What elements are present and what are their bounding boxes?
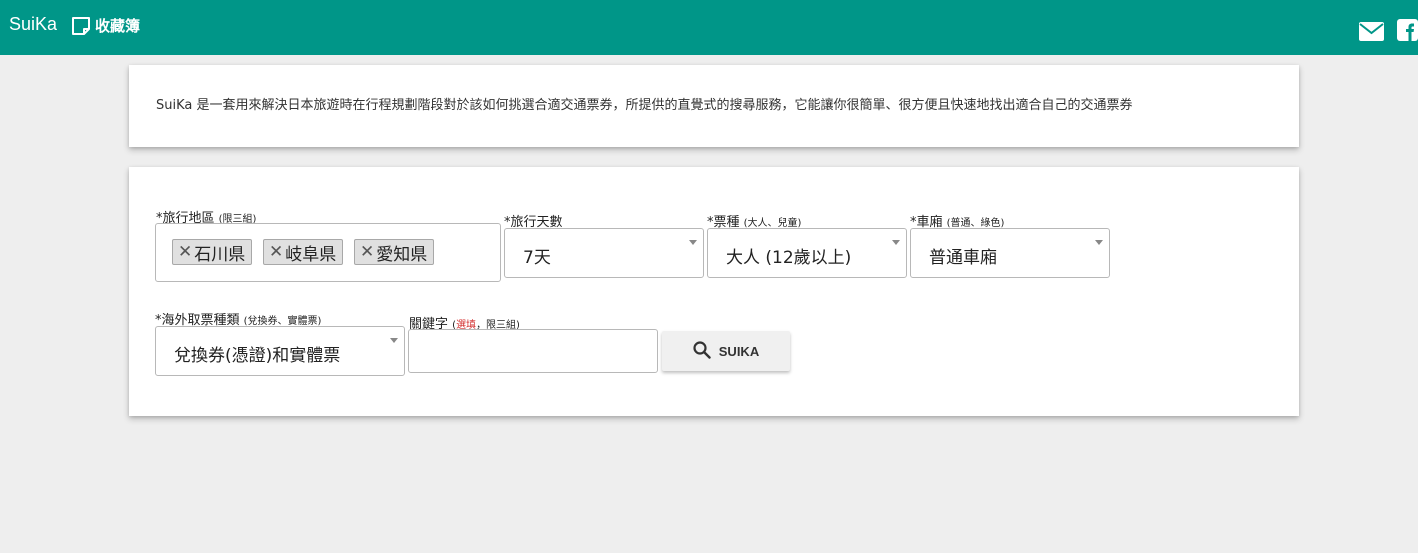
mail-icon[interactable] — [1359, 22, 1384, 45]
days-value: 7天 — [523, 248, 551, 268]
note-icon — [71, 16, 91, 36]
facebook-icon[interactable] — [1397, 19, 1418, 45]
pickup-type-select[interactable]: 兌換券(憑證)和實體票 — [155, 326, 405, 376]
chevron-down-icon — [1095, 240, 1103, 245]
car-value: 普通車廂 — [929, 248, 997, 268]
keyword-input[interactable] — [408, 329, 658, 373]
search-button[interactable]: SUIKA — [662, 331, 790, 371]
chevron-down-icon — [892, 240, 900, 245]
region-chip[interactable]: ✕ 石川県 — [172, 239, 253, 265]
ticket-type-value: 大人 (12歲以上) — [726, 248, 852, 268]
search-icon — [693, 340, 711, 362]
close-icon[interactable]: ✕ — [269, 242, 283, 262]
top-app-bar: SuiKa 收藏簿 — [0, 0, 1418, 55]
car-select[interactable]: 普通車廂 — [910, 228, 1110, 278]
favorites-link[interactable]: 收藏簿 — [71, 15, 140, 36]
ticket-type-select[interactable]: 大人 (12歲以上) — [707, 228, 907, 278]
brand-logo[interactable]: SuiKa — [9, 14, 57, 35]
region-multiselect[interactable]: ✕ 石川県 ✕ 岐阜県 ✕ 愛知県 — [155, 223, 501, 282]
region-chip[interactable]: ✕ 愛知県 — [354, 239, 435, 265]
search-button-label: SUIKA — [718, 343, 760, 359]
chevron-down-icon — [390, 338, 398, 343]
close-icon[interactable]: ✕ — [360, 242, 374, 262]
pickup-type-value: 兌換券(憑證)和實體票 — [174, 346, 341, 366]
intro-description: SuiKa 是一套用來解決日本旅遊時在行程規劃階段對於該如何挑選合適交通票券，所… — [156, 98, 1133, 113]
days-select[interactable]: 7天 — [504, 228, 704, 278]
close-icon[interactable]: ✕ — [178, 242, 192, 262]
intro-card: SuiKa 是一套用來解決日本旅遊時在行程規劃階段對於該如何挑選合適交通票券，所… — [129, 65, 1299, 147]
search-form-card: *旅行地區 (限三組) ✕ 石川県 ✕ 岐阜県 ✕ 愛知県 *旅行天數 7天 *票種 … — [129, 167, 1299, 416]
chevron-down-icon — [689, 240, 697, 245]
favorites-label: 收藏簿 — [95, 17, 141, 35]
region-chip[interactable]: ✕ 岐阜県 — [263, 239, 344, 265]
